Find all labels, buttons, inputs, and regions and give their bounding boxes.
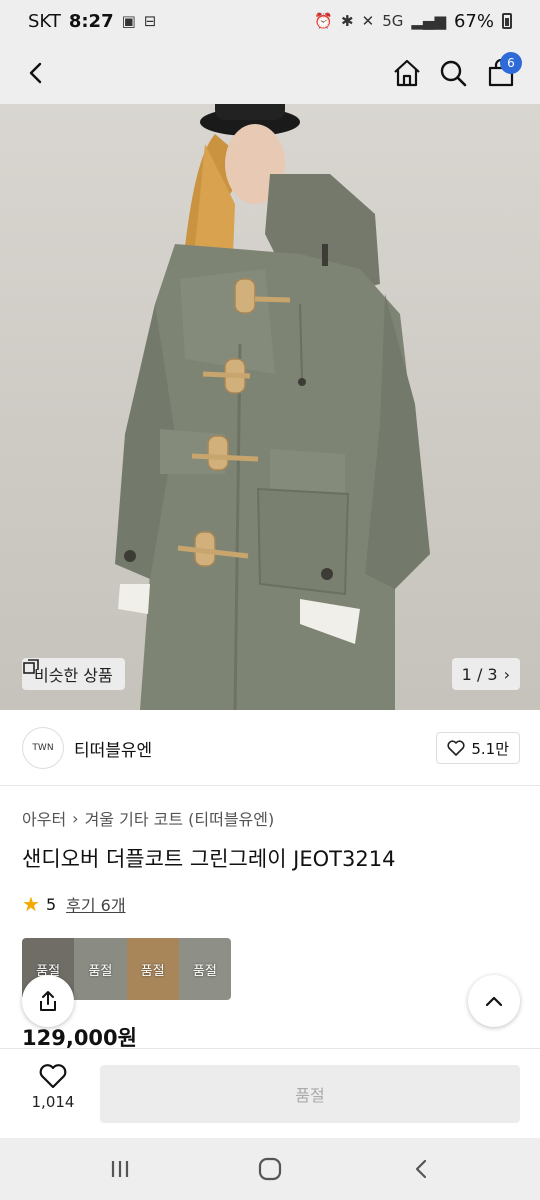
recent-apps-icon: [111, 1161, 129, 1177]
copy-squares-icon: [23, 659, 39, 674]
product-photo: [115, 104, 430, 710]
alarm-icon: ⏰: [314, 12, 334, 30]
brand-row[interactable]: TWN 티떠블유엔 5.1만: [0, 710, 540, 786]
home-circle-icon: [258, 1157, 282, 1181]
breadcrumb: 아우터 › 겨울 기타 코트 (티떠블유엔): [22, 806, 274, 830]
breadcrumb-parent[interactable]: 아우터: [22, 806, 66, 830]
chevron-right-icon: ›: [503, 664, 510, 684]
purchase-bar: 1,014 품절: [0, 1048, 540, 1138]
heart-icon: [447, 740, 465, 756]
scroll-top-button[interactable]: [468, 975, 520, 1027]
network-label: 5G: [382, 12, 404, 30]
rating-row: ★ 5 후기 6개: [22, 892, 126, 916]
star-icon: ★: [22, 892, 40, 916]
wishlist-button[interactable]: 1,014: [22, 1063, 84, 1125]
option-thumbnail[interactable]: 품절: [126, 938, 179, 1000]
home-icon: [394, 59, 420, 87]
brand-like-button[interactable]: 5.1만: [436, 732, 520, 764]
sold-out-label: 품절: [88, 963, 113, 979]
chevron-up-icon: [485, 996, 503, 1007]
chevron-left-icon: [29, 62, 42, 84]
system-back-button[interactable]: [402, 1152, 442, 1186]
wishlist-count: 1,014: [31, 1093, 75, 1111]
image-counter-text: 1 / 3: [461, 664, 498, 684]
back-button[interactable]: [16, 52, 58, 94]
product-title: 샌디오버 더플코트 그린그레이 JEOT3214: [22, 847, 396, 871]
sold-out-button[interactable]: 품절: [100, 1065, 520, 1123]
option-thumbnail[interactable]: 품절: [178, 938, 231, 1000]
heart-icon: [39, 1064, 67, 1089]
signal-icon: ▂▄▆: [411, 12, 446, 30]
bluetooth-icon: ✱: [341, 12, 354, 30]
clock: 8:27: [68, 10, 114, 32]
share-button[interactable]: [22, 975, 74, 1027]
sold-out-label: 품절: [192, 963, 217, 979]
breadcrumb-child[interactable]: 겨울 기타 코트 (티떠블유엔): [85, 806, 275, 830]
notification-icon: ▣: [121, 12, 136, 30]
search-icon: [440, 60, 467, 87]
brand-logo[interactable]: TWN: [22, 727, 64, 769]
reviews-link[interactable]: 후기 6개: [66, 892, 125, 916]
chevron-right-icon: ›: [72, 808, 79, 828]
brand-name[interactable]: 티떠블유엔: [74, 736, 152, 761]
sold-out-label: 품절: [140, 963, 165, 979]
similar-products-label: 비슷한 상품: [34, 666, 113, 685]
product-image-carousel[interactable]: 비슷한 상품 1 / 3 ›: [0, 104, 540, 710]
cart-button[interactable]: 6: [480, 52, 522, 94]
image-counter[interactable]: 1 / 3 ›: [451, 658, 520, 690]
system-home-button[interactable]: [250, 1152, 290, 1186]
app-header: 6: [0, 42, 540, 104]
cart-count-badge: 6: [500, 52, 522, 74]
carrier-label: SKT: [28, 10, 61, 32]
similar-products-button[interactable]: 비슷한 상품: [22, 658, 125, 690]
app-notification-icon: ⊟: [143, 12, 157, 30]
status-bar: SKT 8:27 ▣ ⊟ ⏰ ✱ ✕ 5G ▂▄▆ 67%: [0, 0, 540, 42]
recent-apps-button[interactable]: [100, 1152, 140, 1186]
system-navigation-bar: [0, 1138, 540, 1200]
battery-percent: 67%: [453, 10, 494, 32]
search-button[interactable]: [432, 52, 474, 94]
home-button[interactable]: [386, 52, 428, 94]
chevron-left-icon: [415, 1159, 427, 1179]
share-icon: [40, 991, 56, 1011]
battery-icon: [502, 13, 512, 29]
mute-icon: ✕: [361, 12, 375, 30]
brand-like-count: 5.1만: [471, 739, 509, 758]
option-thumbnail[interactable]: 품절: [74, 938, 127, 1000]
rating-value: 5: [45, 894, 57, 914]
brand-logo-text: TWN: [32, 743, 54, 753]
